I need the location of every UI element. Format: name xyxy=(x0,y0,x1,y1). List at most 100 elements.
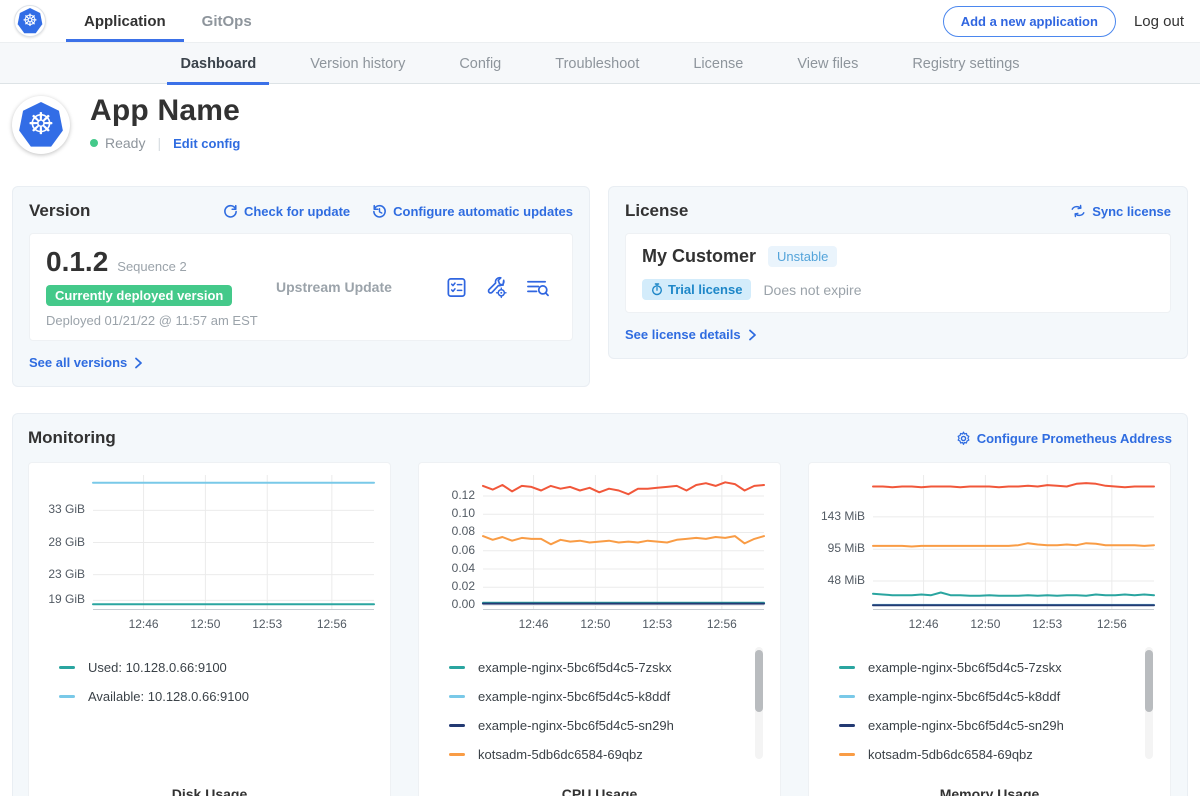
y-tick-label: 28 GiB xyxy=(29,535,85,549)
memory-usage-legend: example-nginx-5bc6f5d4c5-7zskx example-n… xyxy=(809,653,1170,769)
tab-label: Dashboard xyxy=(180,56,256,72)
y-tick-label: 0.04 xyxy=(419,561,475,575)
kubernetes-wheel-icon: ☸ xyxy=(22,13,37,30)
y-tick-label: 0.02 xyxy=(419,579,475,593)
clock-refresh-icon xyxy=(372,204,387,219)
preflight-wrench-gear-icon[interactable] xyxy=(485,276,508,299)
cpu-usage-legend: example-nginx-5bc6f5d4c5-7zskx example-n… xyxy=(419,653,780,769)
legend-item: Available: 10.128.0.66:9100 xyxy=(59,682,390,711)
legend-scrollbar-thumb[interactable] xyxy=(755,650,763,712)
license-card-title: License xyxy=(625,201,688,221)
kubernetes-heptagon-icon: ☸ xyxy=(18,102,64,148)
see-all-versions-link[interactable]: See all versions xyxy=(29,355,144,370)
tab-troubleshoot[interactable]: Troubleshoot xyxy=(528,43,666,85)
y-tick-label: 0.08 xyxy=(419,524,475,538)
topnav-right: Add a new application Log out xyxy=(943,6,1184,37)
legend-swatch xyxy=(59,666,75,669)
y-tick-label: 19 GiB xyxy=(29,592,85,606)
add-application-button[interactable]: Add a new application xyxy=(943,6,1116,37)
see-license-details-link[interactable]: See license details xyxy=(625,327,758,342)
topnav-item-label: Application xyxy=(84,13,166,30)
legend-item: kotsadm-5db6dc6584-69qbz xyxy=(839,740,1170,769)
app-avatar: ☸ xyxy=(12,96,70,154)
legend-label: example-nginx-5bc6f5d4c5-k8ddf xyxy=(478,689,670,704)
status-ready-dot xyxy=(90,139,98,147)
tab-dashboard[interactable]: Dashboard xyxy=(153,43,283,85)
app-header: ☸ App Name Ready | Edit config xyxy=(0,84,1200,178)
divider: | xyxy=(157,135,161,151)
tab-config[interactable]: Config xyxy=(432,43,528,85)
customer-name: My Customer xyxy=(642,246,756,267)
app-title: App Name xyxy=(90,94,240,128)
memory-usage-plot: 143 MiB95 MiB48 MiB12:4612:5012:5312:56 xyxy=(809,475,1170,643)
see-license-details-label: See license details xyxy=(625,327,741,342)
tab-label: Troubleshoot xyxy=(555,56,639,72)
view-diff-icon[interactable] xyxy=(525,276,550,299)
legend-scrollbar-thumb[interactable] xyxy=(1145,650,1153,712)
edit-config-link[interactable]: Edit config xyxy=(173,136,240,151)
y-tick-label: 95 MiB xyxy=(809,541,865,555)
cpu-usage-plot: 0.120.100.080.060.040.020.0012:4612:5012… xyxy=(419,475,780,643)
legend-scrollbar[interactable] xyxy=(755,647,763,759)
y-tick-label: 143 MiB xyxy=(809,509,865,523)
sync-license-label: Sync license xyxy=(1092,204,1171,219)
memory-usage-chart-card: 143 MiB95 MiB48 MiB12:4612:5012:5312:56 … xyxy=(808,462,1171,796)
x-tick-label: 12:56 xyxy=(697,617,747,631)
legend-swatch xyxy=(839,695,855,698)
app-sub-nav: Dashboard Version history Config Trouble… xyxy=(0,42,1200,84)
tab-license[interactable]: License xyxy=(666,43,770,85)
legend-item: example-nginx-5bc6f5d4c5-sn29h xyxy=(449,711,780,740)
x-tick-label: 12:53 xyxy=(1022,617,1072,631)
chart-title: Memory Usage xyxy=(809,786,1170,796)
cpu-usage-chart-card: 0.120.100.080.060.040.020.0012:4612:5012… xyxy=(418,462,781,796)
topnav-item-label: GitOps xyxy=(202,13,252,30)
configure-automatic-updates-link[interactable]: Configure automatic updates xyxy=(372,204,573,219)
legend-label: example-nginx-5bc6f5d4c5-k8ddf xyxy=(868,689,1060,704)
legend-swatch xyxy=(449,724,465,727)
refresh-icon xyxy=(223,204,238,219)
disk-usage-plot: 33 GiB28 GiB23 GiB19 GiB12:4612:5012:531… xyxy=(29,475,390,643)
tab-registry-settings[interactable]: Registry settings xyxy=(885,43,1046,85)
legend-label: Used: 10.128.0.66:9100 xyxy=(88,660,227,675)
tab-view-files[interactable]: View files xyxy=(770,43,885,85)
license-card: License Sync license My Customer Unstabl… xyxy=(608,186,1188,359)
trial-license-badge: Trial license xyxy=(642,279,751,300)
legend-swatch xyxy=(839,666,855,669)
active-tab-indicator xyxy=(167,82,269,85)
chevron-right-icon xyxy=(133,357,144,369)
kubernetes-logo[interactable]: ☸ xyxy=(14,5,46,37)
release-notes-checklist-icon[interactable] xyxy=(445,276,468,299)
check-for-update-link[interactable]: Check for update xyxy=(223,204,350,219)
configure-automatic-updates-label: Configure automatic updates xyxy=(393,204,573,219)
disk-usage-legend: Used: 10.128.0.66:9100 Available: 10.128… xyxy=(29,653,390,711)
x-tick-label: 12:46 xyxy=(119,617,169,631)
legend-item: example-nginx-5bc6f5d4c5-7zskx xyxy=(449,653,780,682)
legend-label: kotsadm-5db6dc6584-69qbz xyxy=(868,747,1033,762)
legend-swatch xyxy=(449,753,465,756)
license-expiry: Does not expire xyxy=(763,282,861,298)
legend-label: example-nginx-5bc6f5d4c5-sn29h xyxy=(868,718,1064,733)
configure-prometheus-link[interactable]: Configure Prometheus Address xyxy=(956,431,1172,446)
chevron-right-icon xyxy=(747,329,758,341)
legend-swatch xyxy=(839,753,855,756)
topnav-items: Application GitOps xyxy=(66,0,270,42)
sync-license-link[interactable]: Sync license xyxy=(1070,204,1171,219)
legend-swatch xyxy=(449,695,465,698)
chart-title: CPU Usage xyxy=(419,786,780,796)
legend-scrollbar[interactable] xyxy=(1145,647,1153,759)
legend-item: example-nginx-5bc6f5d4c5-sn29h xyxy=(839,711,1170,740)
legend-swatch xyxy=(449,666,465,669)
x-tick-label: 12:53 xyxy=(632,617,682,631)
x-tick-label: 12:46 xyxy=(899,617,949,631)
version-card-title: Version xyxy=(29,201,90,221)
topnav-item-gitops[interactable]: GitOps xyxy=(184,0,270,42)
tab-label: Config xyxy=(459,56,501,72)
tab-version-history[interactable]: Version history xyxy=(283,43,432,85)
topnav-item-application[interactable]: Application xyxy=(66,0,184,42)
upstream-update-label: Upstream Update xyxy=(271,279,445,295)
legend-swatch xyxy=(59,695,75,698)
logout-button[interactable]: Log out xyxy=(1134,13,1184,30)
configure-prometheus-label: Configure Prometheus Address xyxy=(977,431,1172,446)
x-tick-label: 12:53 xyxy=(242,617,292,631)
active-tab-indicator xyxy=(66,39,184,42)
